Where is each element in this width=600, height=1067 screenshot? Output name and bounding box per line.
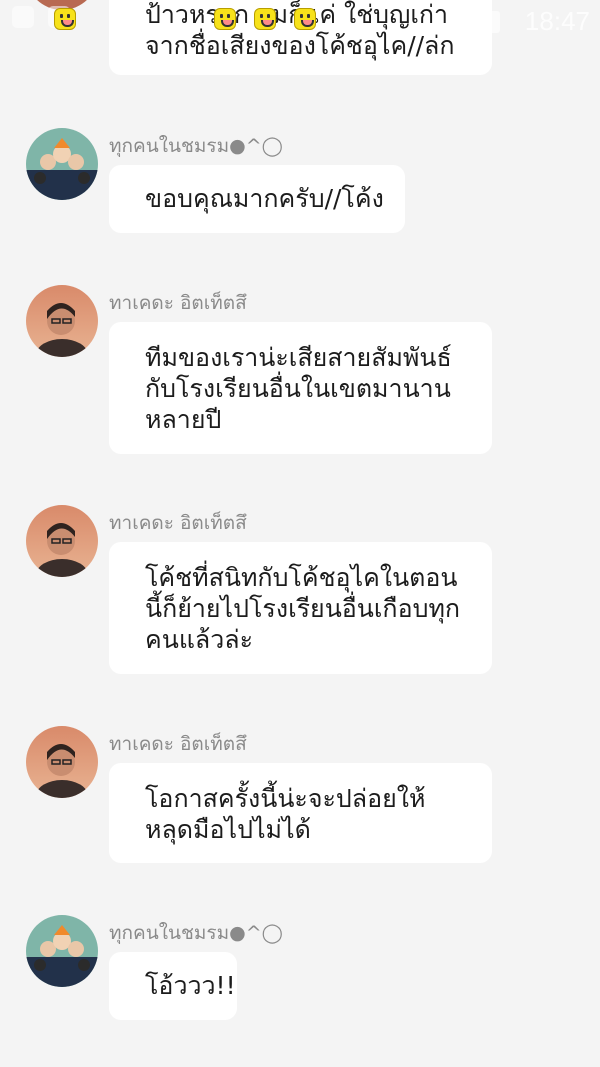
avatar[interactable] [26, 128, 98, 200]
message-text: หลุดมือไปไม่ได้ [145, 815, 311, 844]
notification-icon [12, 6, 34, 28]
team-avatar-icon [26, 128, 98, 200]
boy-avatar-icon [26, 0, 98, 10]
sender-name: ทุกคนในชมรม●^◯ [109, 135, 283, 157]
message-text: หลายปี [145, 405, 222, 434]
message-text: กับโรงเรียนอื่นในเขตมานาน [145, 374, 451, 403]
avatar[interactable] [26, 726, 98, 798]
message-text: ป้าวหรอก ผมก็แค่ ใช่บุญเก่า [145, 0, 449, 29]
avatar[interactable] [26, 915, 98, 987]
avatar[interactable] [26, 0, 98, 10]
teacher-avatar-icon [26, 285, 98, 357]
message-text: โอกาสครั้งนี้น่ะจะปล่อยให้ [145, 784, 426, 813]
message-text: ขอบคุณมากครับ//โค้ง [145, 184, 384, 213]
teacher-avatar-icon [26, 726, 98, 798]
message-text: โอ้ววว!! [145, 971, 236, 1000]
laughing-emoji-icon [54, 8, 76, 30]
message-text: ทีมของเราน่ะเสียสายสัมพันธ์ [145, 343, 452, 372]
message-text: นี้ก็ย้ายไปโรงเรียนอื่นเกือบทุก [145, 594, 461, 623]
teacher-avatar-icon [26, 505, 98, 577]
message-text: โค้ชที่สนิทกับโค้ชอุไคในตอน [145, 563, 458, 592]
sender-name: ทาเคดะ อิตเท็ตสึ [109, 512, 247, 534]
message-bubble[interactable]: โอ้ววว!! [109, 952, 237, 1020]
message-bubble[interactable]: ทีมของเราน่ะเสียสายสัมพันธ์ กับโรงเรียนอ… [109, 322, 492, 454]
sender-name: ทาเคดะ อิตเท็ตสึ [109, 733, 247, 755]
avatar[interactable] [26, 285, 98, 357]
sender-name: ทาเคดะ อิตเท็ตสึ [109, 292, 247, 314]
avatar[interactable] [26, 505, 98, 577]
message-bubble[interactable]: โอกาสครั้งนี้น่ะจะปล่อยให้ หลุดมือไปไม่ไ… [109, 763, 492, 863]
sender-name: ทุกคนในชมรม●^◯ [109, 922, 283, 944]
message-bubble[interactable]: ป้าวหรอก ผมก็แค่ ใช่บุญเก่า จากชื่อเสียง… [109, 0, 492, 75]
message-text: คนแล้วล่ะ [145, 625, 254, 654]
message-bubble[interactable]: โค้ชที่สนิทกับโค้ชอุไคในตอน นี้ก็ย้ายไปโ… [109, 542, 492, 674]
team-avatar-icon [26, 915, 98, 987]
message-bubble[interactable]: ขอบคุณมากครับ//โค้ง [109, 165, 405, 233]
message-text: จากชื่อเสียงของโค้ชอุไค//ล่ก [145, 31, 455, 60]
status-time: 18:47 [524, 6, 590, 36]
